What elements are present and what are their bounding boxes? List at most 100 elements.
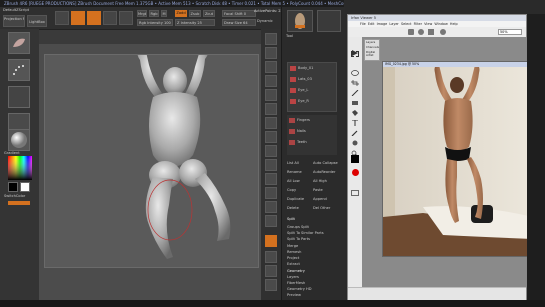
rotate-view-button[interactable]	[265, 215, 277, 227]
marquee-tool-icon[interactable]	[351, 51, 359, 57]
move-view-button[interactable]	[265, 187, 277, 199]
zadd-button[interactable]: Zadd	[175, 10, 187, 17]
photo-document-window[interactable]: IMG_0234.jpg @ 50%	[382, 61, 534, 257]
main-color-swatch[interactable]	[8, 182, 18, 192]
local-button[interactable]	[265, 145, 277, 157]
alpha-selector[interactable]	[8, 86, 30, 108]
color-picker[interactable]	[8, 156, 32, 180]
subtool-item-3[interactable]: Eye_L	[298, 88, 334, 93]
geometry-hd-section[interactable]: Geometry HD	[287, 287, 343, 292]
zoom-button[interactable]	[265, 75, 277, 87]
split-similar-button[interactable]: Split To Similar Parts	[287, 231, 343, 236]
foreground-color-swatch[interactable]	[351, 155, 359, 163]
geometry-section[interactable]: Geometry	[287, 269, 343, 274]
menu-file[interactable]: File	[360, 22, 366, 26]
subtool-item-5[interactable]: Fingers	[297, 118, 333, 123]
persp-button[interactable]	[265, 117, 277, 129]
lsym-button[interactable]	[265, 159, 277, 171]
scale-mode-button[interactable]	[103, 11, 117, 25]
subtool-item-4[interactable]: Eye_R	[298, 99, 334, 104]
transp-button[interactable]	[265, 251, 277, 263]
aahalf-button[interactable]	[265, 103, 277, 115]
preview-section[interactable]: Preview	[287, 293, 343, 298]
fibermesh-section[interactable]: FiberMesh	[287, 281, 343, 286]
draw-size-slider[interactable]: Draw Size 64	[222, 19, 256, 26]
z-intensity-slider[interactable]: Z Intensity 25	[175, 19, 215, 26]
solo-button[interactable]	[265, 265, 277, 277]
all-high-button[interactable]: All High	[313, 179, 343, 184]
bpr-button[interactable]	[265, 33, 277, 45]
menu-select[interactable]: Select	[401, 22, 411, 26]
side-label-layers[interactable]: Layers	[366, 41, 378, 44]
menu-filter[interactable]: Filter	[414, 22, 422, 26]
groups-split-button[interactable]: Groups Split	[287, 225, 343, 230]
projection-master-button[interactable]: Projection Master	[3, 15, 25, 27]
subtool-item-7[interactable]: Teeth	[297, 140, 333, 145]
toolbar-icon-1[interactable]	[408, 29, 414, 35]
paste-button[interactable]: Paste	[313, 188, 343, 193]
eraser-tool-icon[interactable]	[351, 91, 359, 105]
auto-collapse-button[interactable]: Auto Collapse	[313, 161, 343, 166]
subtool-item-1[interactable]: Body_01	[298, 66, 334, 71]
switch-color-button[interactable]: SwitchColor	[4, 194, 36, 199]
split-parts-button[interactable]: Split To Parts	[287, 237, 343, 242]
menu-window[interactable]: Window	[434, 22, 447, 26]
spix-button[interactable]	[265, 47, 277, 59]
append-button[interactable]: Append	[313, 197, 343, 202]
current-tool-thumb[interactable]	[287, 10, 313, 32]
material-selector[interactable]	[8, 129, 30, 151]
side-label-artist[interactable]: Digital Artist	[366, 51, 380, 57]
brush-tool-icon[interactable]	[351, 81, 359, 97]
fill-tool-icon[interactable]	[351, 101, 359, 116]
floor-button[interactable]	[265, 131, 277, 143]
zcut-button[interactable]: Zcut	[203, 10, 215, 17]
layers-section[interactable]: Layers	[287, 275, 343, 280]
tool-thumb-2[interactable]	[317, 10, 341, 32]
delete-button[interactable]: Delete	[287, 206, 312, 211]
copy-button[interactable]: Copy	[287, 188, 312, 193]
menu-help[interactable]: Help	[450, 22, 458, 26]
list-all-button[interactable]: List All	[287, 161, 312, 166]
all-low-button[interactable]: All Low	[287, 179, 312, 184]
actual-button[interactable]	[265, 89, 277, 101]
zoom-tool-icon[interactable]	[351, 141, 359, 157]
brush-selector[interactable]	[8, 32, 30, 54]
auto-reorder-button[interactable]: AutoReorder	[313, 170, 343, 175]
secondary-color-swatch[interactable]	[20, 182, 30, 192]
crop-tool-icon[interactable]	[351, 71, 359, 86]
polyf-button[interactable]	[265, 235, 277, 247]
zsub-button[interactable]: Zsub	[189, 10, 201, 17]
menu-image[interactable]: Image	[377, 22, 388, 26]
subtool-list[interactable]: Body_01 Lats_03 Eye_L Eye_R	[287, 62, 337, 112]
edit-mode-button[interactable]	[55, 11, 69, 25]
frame-button[interactable]	[265, 173, 277, 185]
stroke-selector[interactable]	[8, 59, 30, 81]
menu-layer[interactable]: Layer	[389, 22, 398, 26]
hand-tool-icon[interactable]	[351, 131, 359, 146]
rotate-mode-button[interactable]	[119, 11, 133, 25]
side-label-channels[interactable]: Channels	[366, 46, 379, 49]
eyedropper-tool-icon[interactable]	[351, 121, 359, 137]
scroll-button[interactable]	[265, 61, 277, 73]
project-section[interactable]: Project	[287, 256, 343, 261]
zoom-field[interactable]: 50%	[498, 29, 522, 35]
dynamic-label[interactable]: Dynamic	[257, 19, 279, 24]
menu-view[interactable]: View	[424, 22, 432, 26]
lightbox-button[interactable]: LightBox	[27, 15, 47, 27]
alternate-button[interactable]	[8, 201, 30, 205]
duplicate-button[interactable]: Duplicate	[287, 197, 312, 202]
text-tool-icon[interactable]	[351, 111, 359, 126]
move-tool-icon[interactable]	[351, 41, 359, 56]
toolbar-icon-3[interactable]	[428, 29, 434, 35]
toolbar-icon-4[interactable]	[440, 29, 446, 35]
xpose-button[interactable]	[265, 279, 277, 291]
scale-view-button[interactable]	[265, 201, 277, 213]
zbrush-canvas[interactable]	[44, 47, 259, 268]
move-mode-button[interactable]	[87, 11, 101, 25]
toolbar-icon-2[interactable]	[418, 29, 424, 35]
split-section[interactable]: Split	[287, 217, 343, 222]
mrgb-button[interactable]: Mrgb	[137, 10, 147, 17]
subtool-item-2[interactable]: Lats_03	[298, 77, 334, 82]
m-button[interactable]: M	[161, 10, 167, 17]
subtool-item-6[interactable]: Nails	[297, 129, 333, 134]
